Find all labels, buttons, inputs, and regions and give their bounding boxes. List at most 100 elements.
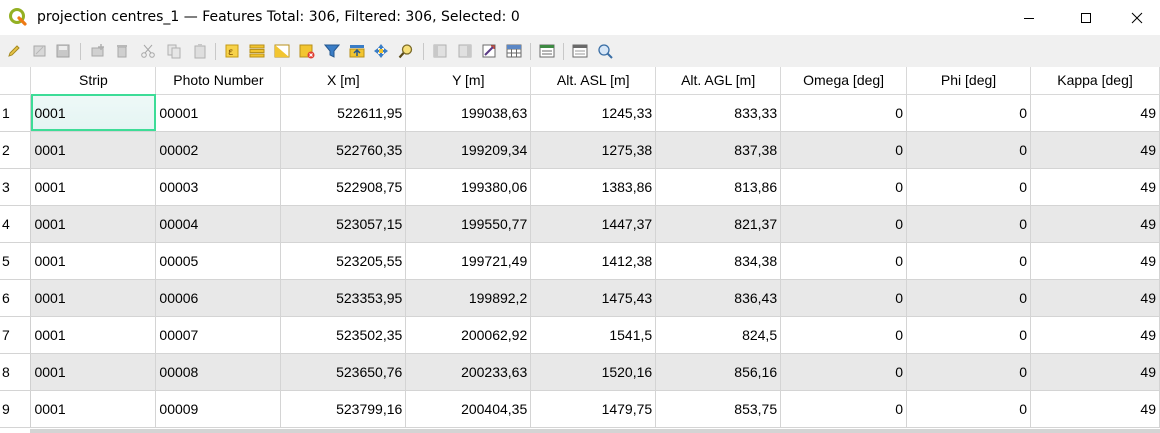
table-cell[interactable]: 00009 bbox=[155, 390, 282, 428]
deselect-all-icon[interactable] bbox=[299, 43, 315, 59]
actions-icon[interactable] bbox=[572, 43, 588, 59]
table-cell[interactable]: 0 bbox=[906, 205, 1031, 243]
table-cell[interactable]: 813,86 bbox=[655, 168, 782, 206]
table-cell[interactable]: 1447,37 bbox=[530, 205, 657, 243]
column-header[interactable]: X [m] bbox=[280, 67, 407, 95]
table-cell[interactable]: 200062,92 bbox=[405, 316, 532, 354]
toggle-editing-icon[interactable] bbox=[6, 43, 22, 59]
table-cell[interactable]: 0 bbox=[780, 316, 908, 354]
minimize-button[interactable] bbox=[1006, 0, 1052, 35]
column-header[interactable]: Photo Number bbox=[155, 67, 282, 95]
table-cell[interactable]: 49 bbox=[1030, 279, 1160, 317]
table-cell[interactable]: 1383,86 bbox=[530, 168, 657, 206]
table-cell[interactable]: 0 bbox=[906, 94, 1031, 132]
table-cell[interactable]: 523650,76 bbox=[280, 353, 407, 391]
row-header[interactable]: 3 bbox=[0, 168, 32, 206]
table-cell[interactable]: 199380,06 bbox=[405, 168, 532, 206]
filter-select-icon[interactable] bbox=[324, 43, 340, 59]
delete-field-icon[interactable] bbox=[457, 43, 473, 59]
column-header[interactable]: Kappa [deg] bbox=[1030, 67, 1160, 95]
pan-to-selected-icon[interactable] bbox=[373, 43, 389, 59]
table-cell[interactable]: 199550,77 bbox=[405, 205, 532, 243]
table-cell[interactable]: 0001 bbox=[30, 242, 157, 280]
table-cell[interactable]: 834,38 bbox=[655, 242, 782, 280]
table-cell[interactable]: 199892,2 bbox=[405, 279, 532, 317]
table-cell[interactable]: 1520,16 bbox=[530, 353, 657, 391]
table-cell[interactable]: 0 bbox=[906, 168, 1031, 206]
table-cell[interactable]: 1245,33 bbox=[530, 94, 657, 132]
dock-table-icon[interactable] bbox=[539, 43, 555, 59]
table-cell[interactable]: 0 bbox=[780, 242, 908, 280]
table-cell[interactable]: 1479,75 bbox=[530, 390, 657, 428]
table-cell[interactable]: 836,43 bbox=[655, 279, 782, 317]
table-cell[interactable]: 833,33 bbox=[655, 94, 782, 132]
table-cell[interactable]: 0001 bbox=[30, 279, 157, 317]
table-cell[interactable]: 49 bbox=[1030, 353, 1160, 391]
row-header[interactable]: 6 bbox=[0, 279, 32, 317]
table-cell[interactable]: 49 bbox=[1030, 205, 1160, 243]
table-cell[interactable]: 00002 bbox=[155, 131, 282, 169]
table-cell[interactable]: 522611,95 bbox=[280, 94, 407, 132]
column-header[interactable]: Strip bbox=[30, 67, 157, 95]
table-cell[interactable]: 00004 bbox=[155, 205, 282, 243]
table-cell[interactable]: 0 bbox=[906, 131, 1031, 169]
select-all-icon[interactable] bbox=[249, 43, 265, 59]
column-header[interactable]: Omega [deg] bbox=[780, 67, 908, 95]
table-cell[interactable]: 200233,63 bbox=[405, 353, 532, 391]
table-cell[interactable]: 0001 bbox=[30, 205, 157, 243]
table-cell[interactable]: 0001 bbox=[30, 390, 157, 428]
zoom-to-selected-icon[interactable] bbox=[398, 43, 414, 59]
table-cell[interactable]: 824,5 bbox=[655, 316, 782, 354]
table-cell[interactable]: 00008 bbox=[155, 353, 282, 391]
zoom-map-to-rows-icon[interactable] bbox=[597, 43, 613, 59]
table-cell[interactable]: 523205,55 bbox=[280, 242, 407, 280]
table-cell[interactable]: 0001 bbox=[30, 131, 157, 169]
table-cell[interactable]: 199038,63 bbox=[405, 94, 532, 132]
table-cell[interactable]: 821,37 bbox=[655, 205, 782, 243]
table-cell[interactable]: 199209,34 bbox=[405, 131, 532, 169]
invert-selection-icon[interactable] bbox=[274, 43, 290, 59]
table-cell[interactable]: 837,38 bbox=[655, 131, 782, 169]
table-cell[interactable]: 00001 bbox=[155, 94, 282, 132]
move-selection-to-top-icon[interactable] bbox=[349, 43, 365, 59]
table-cell[interactable]: 1412,38 bbox=[530, 242, 657, 280]
table-cell[interactable]: 0 bbox=[906, 279, 1031, 317]
delete-feature-icon[interactable] bbox=[114, 43, 130, 59]
table-cell[interactable]: 00007 bbox=[155, 316, 282, 354]
row-header[interactable]: 1 bbox=[0, 94, 32, 132]
row-header[interactable]: 4 bbox=[0, 205, 32, 243]
table-cell[interactable]: 49 bbox=[1030, 242, 1160, 280]
table-cell[interactable]: 0001 bbox=[30, 353, 157, 391]
column-header[interactable]: Alt. AGL [m] bbox=[655, 67, 782, 95]
table-cell[interactable]: 0 bbox=[780, 205, 908, 243]
conditional-formatting-icon[interactable] bbox=[506, 43, 522, 59]
maximize-button[interactable] bbox=[1063, 0, 1109, 35]
paste-icon[interactable] bbox=[192, 43, 208, 59]
close-button[interactable] bbox=[1114, 0, 1160, 35]
table-cell[interactable]: 0 bbox=[906, 353, 1031, 391]
row-header[interactable]: 2 bbox=[0, 131, 32, 169]
table-cell[interactable]: 200404,35 bbox=[405, 390, 532, 428]
table-cell[interactable]: 0 bbox=[906, 316, 1031, 354]
cut-icon[interactable] bbox=[140, 43, 156, 59]
table-cell[interactable]: 49 bbox=[1030, 168, 1160, 206]
table-cell[interactable]: 856,16 bbox=[655, 353, 782, 391]
table-cell[interactable]: 1475,43 bbox=[530, 279, 657, 317]
save-edits-icon[interactable] bbox=[55, 43, 71, 59]
select-by-expression-icon[interactable]: ε bbox=[224, 43, 240, 59]
table-cell[interactable]: 49 bbox=[1030, 316, 1160, 354]
column-header[interactable]: Alt. ASL [m] bbox=[530, 67, 657, 95]
new-field-icon[interactable] bbox=[432, 43, 448, 59]
toggle-multi-edit-icon[interactable] bbox=[32, 43, 48, 59]
table-cell[interactable]: 1275,38 bbox=[530, 131, 657, 169]
table-cell[interactable]: 523799,16 bbox=[280, 390, 407, 428]
table-cell[interactable]: 0001 bbox=[30, 94, 157, 132]
column-header[interactable]: Y [m] bbox=[405, 67, 532, 95]
add-feature-icon[interactable] bbox=[90, 43, 106, 59]
table-cell[interactable]: 0 bbox=[780, 94, 908, 132]
table-cell[interactable]: 0 bbox=[780, 131, 908, 169]
table-cell[interactable]: 523502,35 bbox=[280, 316, 407, 354]
table-cell[interactable]: 0 bbox=[780, 353, 908, 391]
table-cell[interactable]: 49 bbox=[1030, 390, 1160, 428]
copy-icon[interactable] bbox=[166, 43, 182, 59]
